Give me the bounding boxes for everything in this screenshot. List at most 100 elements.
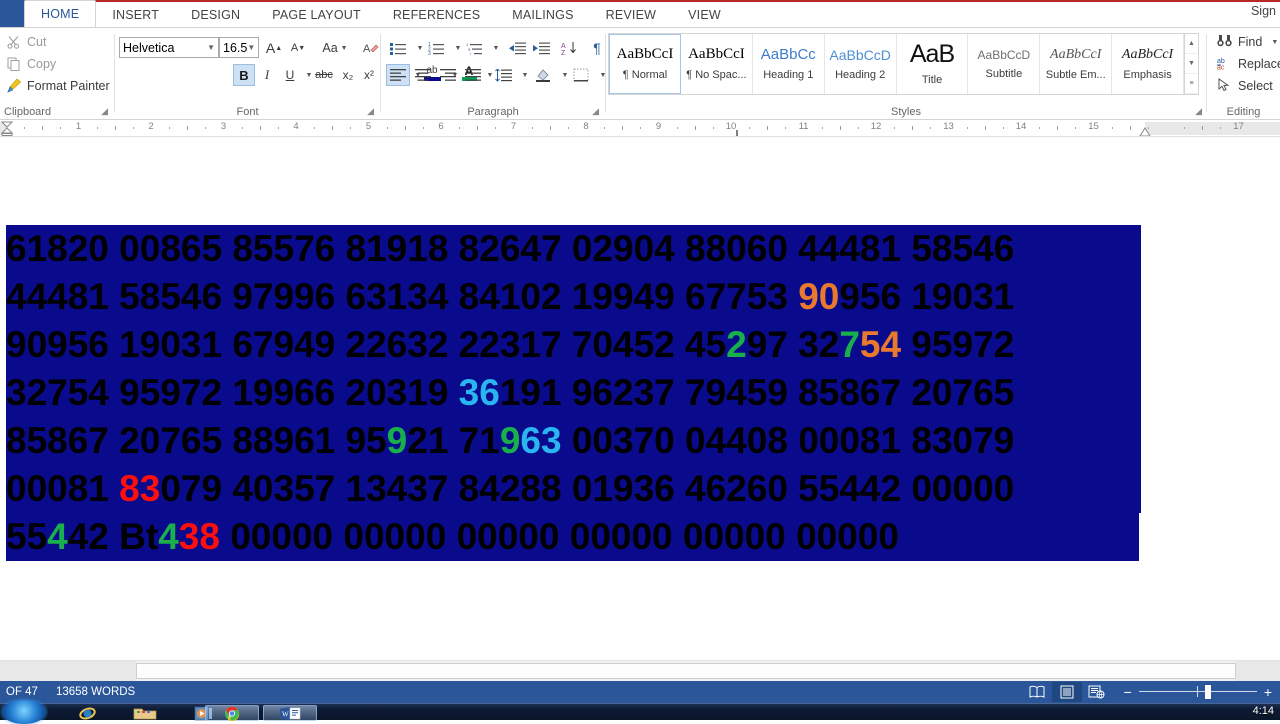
style-item-subtitle[interactable]: AaBbCcDSubtitle xyxy=(968,34,1040,94)
increase-indent-button[interactable] xyxy=(529,37,553,59)
word-count-status[interactable]: 13658 WORDS xyxy=(56,686,135,698)
style-item--normal[interactable]: AaBbCcI¶ Normal xyxy=(609,34,681,94)
file-tab-accent[interactable] xyxy=(0,0,24,27)
right-indent-marker[interactable] xyxy=(1139,126,1151,137)
svg-text:W: W xyxy=(282,710,289,718)
ruler-tick xyxy=(622,126,623,130)
italic-button[interactable]: I xyxy=(256,64,278,86)
copy-button[interactable]: Copy xyxy=(6,56,56,72)
tab-references[interactable]: REFERENCES xyxy=(377,2,496,28)
hscroll-track-left[interactable] xyxy=(0,661,136,682)
sign-in-label[interactable]: Sign xyxy=(1251,4,1276,18)
tab-mailings[interactable]: MAILINGS xyxy=(496,2,589,28)
chevron-down-icon[interactable]: ▼ xyxy=(207,43,215,52)
zoom-slider-thumb[interactable] xyxy=(1205,685,1211,699)
bold-button[interactable]: B xyxy=(233,64,255,86)
document-text-block[interactable]: 61820 00865 85576 81918 82647 02904 8806… xyxy=(6,225,1141,561)
zoom-out-button[interactable]: − xyxy=(1124,685,1132,699)
shrink-font-button[interactable]: A▼ xyxy=(287,37,309,59)
decrease-indent-button[interactable] xyxy=(505,37,529,59)
find-button[interactable]: Find ▼ xyxy=(1217,34,1278,50)
strikethrough-button[interactable]: abc xyxy=(312,64,336,86)
start-button[interactable] xyxy=(2,700,46,724)
horizontal-ruler[interactable]: 12345678910111213141517 xyxy=(0,120,1280,137)
tab-home[interactable]: HOME xyxy=(24,0,96,28)
styles-scroll-down-icon[interactable]: ▼ xyxy=(1185,54,1198,74)
styles-scroll-up-icon[interactable]: ▲ xyxy=(1185,34,1198,54)
tab-design[interactable]: DESIGN xyxy=(175,2,256,28)
clipboard-dialog-launcher[interactable]: ◢ xyxy=(101,106,108,117)
web-layout-button[interactable] xyxy=(1082,682,1112,702)
taskbar-item-google-chrome[interactable] xyxy=(205,705,259,721)
styles-gallery-scroll[interactable]: ▲▼≡ xyxy=(1184,34,1198,94)
zoom-in-button[interactable]: + xyxy=(1264,685,1272,699)
horizontal-scrollbar[interactable] xyxy=(0,660,1280,681)
change-case-button[interactable]: Aa▼ xyxy=(318,37,352,59)
styles-more-icon[interactable]: ≡ xyxy=(1185,74,1198,94)
line-spacing-button[interactable] xyxy=(491,64,515,86)
document-line[interactable]: 90956 19031 67949 22632 22317 70452 4529… xyxy=(6,321,1141,369)
print-layout-button[interactable] xyxy=(1052,682,1082,702)
tab-page-layout[interactable]: PAGE LAYOUT xyxy=(256,2,377,28)
document-canvas[interactable]: 61820 00865 85576 81918 82647 02904 8806… xyxy=(0,137,1280,666)
align-right-button[interactable] xyxy=(436,64,460,86)
document-line[interactable]: 32754 95972 19966 20319 36191 96237 7945… xyxy=(6,369,1141,417)
styles-dialog-launcher[interactable]: ◢ xyxy=(1195,106,1202,117)
format-painter-button[interactable]: Format Painter xyxy=(6,78,110,94)
multilevel-list-button[interactable]: 1ai xyxy=(462,37,486,59)
ruler-tick xyxy=(785,127,786,129)
indent-markers-icon[interactable] xyxy=(1,121,13,137)
grow-font-button[interactable]: A▲ xyxy=(263,37,285,59)
hscroll-thumb[interactable] xyxy=(136,663,1236,679)
tab-view[interactable]: VIEW xyxy=(672,2,737,28)
document-line[interactable]: 00081 83079 40357 13437 84288 01936 4626… xyxy=(6,465,1141,513)
select-button[interactable]: Select ▼ xyxy=(1217,78,1280,94)
document-page[interactable]: 61820 00865 85576 81918 82647 02904 8806… xyxy=(0,137,1280,666)
borders-button[interactable] xyxy=(569,64,593,86)
text-run: 21 71 xyxy=(407,420,500,461)
style-item-title[interactable]: AaBTitle xyxy=(897,34,969,94)
styles-gallery[interactable]: AaBbCcI¶ NormalAaBbCcI¶ No Spac...AaBbCс… xyxy=(608,33,1199,95)
bullets-button[interactable] xyxy=(386,37,410,59)
document-line[interactable]: 85867 20765 88961 95921 71963 00370 0440… xyxy=(6,417,1141,465)
taskbar-item-windows-explorer[interactable] xyxy=(118,705,172,721)
style-item--no-spac[interactable]: AaBbCcI¶ No Spac... xyxy=(681,34,753,94)
shading-button[interactable] xyxy=(531,64,555,86)
read-mode-button[interactable] xyxy=(1022,682,1052,702)
font-size-input[interactable]: 16.5 ▼ xyxy=(219,37,259,58)
hscroll-track-right[interactable] xyxy=(1236,661,1280,682)
style-item-subtle-em[interactable]: AaBbCcISubtle Em... xyxy=(1040,34,1112,94)
paragraph-dialog-launcher[interactable]: ◢ xyxy=(592,106,599,117)
zoom-control[interactable]: − + xyxy=(1124,682,1272,702)
style-item-emphasis[interactable]: AaBbCcIEmphasis xyxy=(1112,34,1184,94)
document-line[interactable]: 55442 Bt438 00000 00000 00000 00000 0000… xyxy=(6,513,1139,561)
align-left-button[interactable] xyxy=(386,64,410,86)
find-dropdown-icon[interactable]: ▼ xyxy=(1271,39,1278,46)
replace-button[interactable]: abac Replace xyxy=(1217,56,1280,72)
superscript-button[interactable]: x² xyxy=(358,64,380,86)
multilevel-dropdown[interactable]: ▼ xyxy=(485,37,507,59)
sort-button[interactable]: AZ xyxy=(557,37,581,59)
document-line[interactable]: 61820 00865 85576 81918 82647 02904 8806… xyxy=(6,225,1141,273)
taskbar-item-internet-explorer[interactable] xyxy=(60,705,114,721)
editing-group-label: Editing xyxy=(1207,106,1280,118)
style-item-heading-2[interactable]: AaBbCcDHeading 2 xyxy=(825,34,897,94)
font-dialog-launcher[interactable]: ◢ xyxy=(367,106,374,117)
zoom-slider[interactable] xyxy=(1139,682,1257,702)
tab-insert[interactable]: INSERT xyxy=(96,2,175,28)
justify-button[interactable] xyxy=(461,64,485,86)
font-name-input[interactable]: Helvetica ▼ xyxy=(119,37,219,58)
tab-review[interactable]: REVIEW xyxy=(590,2,673,28)
taskbar-clock[interactable]: 4:14 xyxy=(1253,705,1274,717)
tab-stop-marker[interactable] xyxy=(736,127,745,137)
align-center-button[interactable] xyxy=(411,64,435,86)
ribbon-group-styles: AaBbCcI¶ NormalAaBbCcI¶ No Spac...AaBbCс… xyxy=(606,28,1206,120)
subscript-button[interactable]: x₂ xyxy=(337,64,359,86)
document-line[interactable]: 44481 58546 97996 63134 84102 19949 6775… xyxy=(6,273,1141,321)
page-number-status[interactable]: OF 47 xyxy=(6,686,38,698)
cut-button[interactable]: Cut xyxy=(6,34,46,50)
taskbar-item-microsoft-word[interactable]: W xyxy=(263,705,317,721)
style-item-heading-1[interactable]: AaBbCсHeading 1 xyxy=(753,34,825,94)
numbering-button[interactable]: 123 xyxy=(424,37,448,59)
chevron-down-icon[interactable]: ▼ xyxy=(247,43,255,52)
